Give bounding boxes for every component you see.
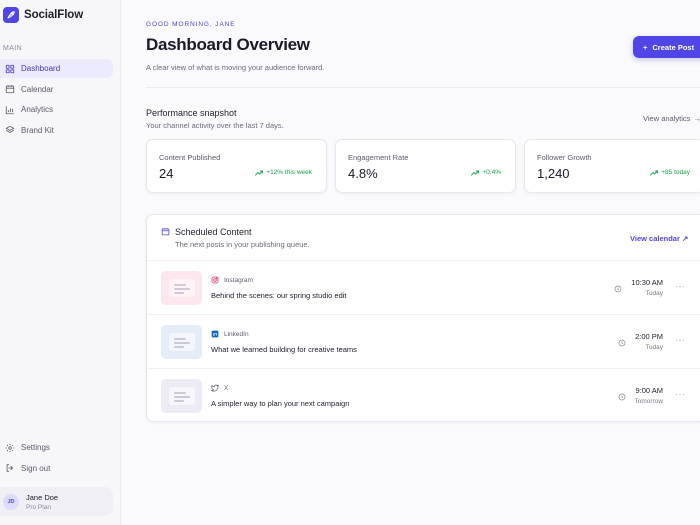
- bottom-nav: Settings Sign out: [0, 438, 113, 479]
- sidebar-item-analytics[interactable]: Analytics: [0, 100, 113, 119]
- sidebar-item-label: Brand Kit: [21, 125, 54, 135]
- divider: [146, 87, 700, 88]
- stat-delta-text: +85 today: [661, 169, 690, 176]
- calendar-icon: [161, 228, 170, 236]
- clock-icon: [618, 393, 626, 401]
- sidebar: SocialFlow MAIN Dashboard Calendar Analy…: [0, 0, 121, 525]
- clock-icon: [618, 339, 626, 347]
- trend-up-icon: [650, 170, 659, 175]
- post-title: A simpler way to plan your next campaign: [211, 399, 350, 408]
- sidebar-item-settings[interactable]: Settings: [0, 438, 113, 457]
- brand-name: SocialFlow: [24, 9, 84, 21]
- post-day: Today: [645, 344, 663, 351]
- sidebar-item-label: Analytics: [21, 105, 54, 114]
- scheduled-subtitle: The next posts in your publishing queue.: [175, 240, 310, 249]
- more-options-icon[interactable]: ···: [675, 281, 686, 291]
- stat-delta-text: +0.4%: [482, 169, 501, 176]
- stat-label: Follower Growth: [537, 153, 592, 162]
- stat-delta: +12% this week: [255, 169, 312, 176]
- bird-icon: [211, 384, 219, 392]
- post-platform: LinkedIn: [211, 330, 249, 338]
- post-thumbnail: [161, 271, 202, 305]
- sidebar-item-label: Settings: [21, 443, 50, 452]
- stat-card-engagement-rate: Engagement Rate 4.8% +0.4%: [335, 139, 516, 193]
- stat-delta: +85 today: [650, 169, 690, 176]
- sidebar-item-label: Dashboard: [21, 64, 61, 73]
- sign-out-icon: [6, 464, 14, 472]
- scheduled-header: Scheduled Content The next posts in your…: [147, 215, 700, 261]
- scheduled-content-panel: Scheduled Content The next posts in your…: [146, 214, 700, 422]
- post-time: 9:00 AM: [635, 386, 663, 395]
- post-time: 2:00 PM: [635, 332, 663, 341]
- bar-chart-icon: [5, 105, 14, 114]
- scheduled-post-row[interactable]: X A simpler way to plan your next campai…: [147, 369, 700, 421]
- user-profile[interactable]: JD Jane Doe Pro Plan: [0, 487, 113, 516]
- sidebar-item-label: Sign out: [21, 463, 51, 473]
- post-platform: X: [211, 384, 228, 392]
- main-nav: Dashboard Calendar Analytics Brand Kit: [0, 59, 113, 141]
- nav-section-label: MAIN: [3, 45, 23, 52]
- scheduled-post-row[interactable]: LinkedIn What we learned building for cr…: [147, 315, 700, 369]
- post-time: 10:30 AM: [631, 278, 663, 287]
- grid-icon: [5, 64, 15, 73]
- rocket-logo-icon: [3, 7, 19, 23]
- view-calendar-label: View calendar: [630, 234, 680, 243]
- post-day: Tomorrow: [634, 398, 663, 405]
- post-title: What we learned building for creative te…: [211, 345, 357, 354]
- view-analytics-label: View analytics: [643, 114, 691, 123]
- stat-value: 24: [159, 166, 174, 181]
- brand[interactable]: SocialFlow: [3, 7, 83, 23]
- clock-icon: [614, 285, 622, 293]
- main-content: GOOD MORNING, JANE Dashboard Overview A …: [121, 0, 700, 525]
- snapshot-title: Performance snapshot: [146, 108, 237, 118]
- stat-label: Engagement Rate: [348, 153, 409, 162]
- trend-up-icon: [471, 170, 480, 175]
- stat-card-follower-growth: Follower Growth 1,240 +85 today: [524, 139, 700, 193]
- stat-label: Content Published: [159, 153, 221, 162]
- more-options-icon[interactable]: ···: [675, 335, 686, 345]
- stat-delta: +0.4%: [471, 169, 501, 176]
- linkedin-icon: [211, 330, 219, 338]
- plus-icon: +: [643, 42, 648, 52]
- more-options-icon[interactable]: ···: [675, 389, 686, 399]
- view-calendar-link[interactable]: View calendar ↗: [630, 234, 688, 243]
- stat-card-content-published: Content Published 24 +12% this week: [146, 139, 327, 193]
- create-post-button[interactable]: + Create Post: [633, 36, 700, 58]
- post-thumbnail: [161, 379, 202, 413]
- view-analytics-link[interactable]: View analytics →: [643, 114, 700, 123]
- layers-icon: [5, 125, 15, 133]
- page-title: Dashboard Overview: [146, 35, 310, 54]
- post-thumbnail: [161, 325, 202, 359]
- user-name: Jane Doe: [26, 492, 59, 502]
- page-subtitle: A clear view of what is moving your audi…: [146, 63, 325, 72]
- platform-name: LinkedIn: [224, 330, 249, 338]
- stat-value: 1,240: [537, 166, 570, 181]
- arrow-up-right-icon: ↗: [681, 234, 689, 243]
- calendar-icon: [5, 85, 15, 94]
- sidebar-item-calendar[interactable]: Calendar: [0, 80, 113, 99]
- post-title: Behind the scenes: our spring studio edi…: [211, 291, 347, 300]
- scheduled-title: Scheduled Content: [175, 227, 252, 237]
- scheduled-post-row[interactable]: Instagram Behind the scenes: our spring …: [147, 261, 700, 315]
- user-plan: Pro Plan: [26, 503, 51, 511]
- create-post-label: Create Post: [652, 42, 695, 52]
- stat-value: 4.8%: [348, 166, 378, 181]
- trend-up-icon: [255, 170, 264, 175]
- platform-name: X: [224, 384, 229, 392]
- sidebar-item-brand-kit[interactable]: Brand Kit: [0, 121, 113, 140]
- sidebar-item-sign-out[interactable]: Sign out: [0, 459, 113, 478]
- sidebar-item-dashboard[interactable]: Dashboard: [0, 59, 113, 78]
- avatar: JD: [3, 493, 19, 510]
- gear-icon: [5, 443, 15, 452]
- snapshot-subtitle: Your channel activity over the last 7 da…: [146, 121, 284, 130]
- post-day: Today: [645, 290, 663, 297]
- greeting: GOOD MORNING, JANE: [146, 21, 236, 28]
- platform-name: Instagram: [224, 276, 253, 284]
- arrow-right-icon: →: [693, 114, 700, 123]
- instagram-icon: [211, 276, 219, 284]
- stat-delta-text: +12% this week: [266, 169, 312, 176]
- sidebar-item-label: Calendar: [21, 84, 54, 94]
- post-platform: Instagram: [211, 276, 253, 284]
